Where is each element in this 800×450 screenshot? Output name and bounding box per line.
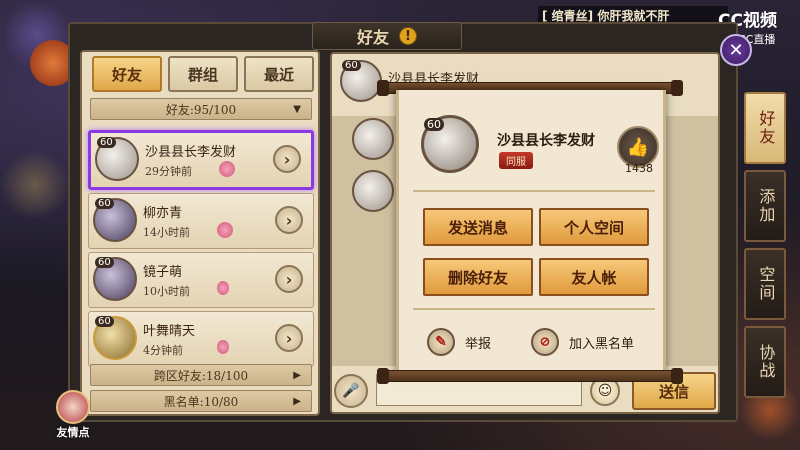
close-button[interactable]: ✕ [720, 34, 752, 66]
friend-last-online: 14小时前 [143, 226, 190, 239]
level-badge: 60 [97, 137, 116, 148]
friend-name: 叶舞晴天 [143, 324, 196, 339]
friend-point-label: 友情点 [56, 426, 90, 439]
scroll-bottom-rod [377, 368, 683, 384]
friend-point-button[interactable]: 友情点 [52, 390, 94, 446]
friend-list-item[interactable]: 60 叶舞晴天 4分钟前 › [88, 311, 314, 367]
divider [413, 190, 655, 192]
friend-action-popup: 60 沙县县长李发财 同服 👍 1438 发送消息 个人空间 删除好友 友人帐 … [396, 90, 666, 373]
sakura-icon [219, 161, 235, 177]
blacklist-count: 黑名单:10/80 [163, 394, 239, 409]
avatar: 60 [93, 316, 137, 360]
avatar: 60 [93, 198, 137, 242]
friend-detail-button[interactable]: › [275, 265, 303, 293]
friend-name: 镜子萌 [143, 265, 183, 280]
avatar: 60 [95, 137, 139, 181]
sakura-icon [217, 222, 233, 238]
friend-list-item[interactable]: 60 柳亦青 14小时前 › [88, 193, 314, 249]
tab-groups[interactable]: 群组 [168, 56, 238, 92]
tab-recent[interactable]: 最近 [244, 56, 314, 92]
avatar [352, 170, 394, 212]
triangle-right-icon: ▶ [293, 395, 301, 407]
friend-detail-button[interactable]: › [275, 206, 303, 234]
friend-list: 60 沙县县长李发财 29分钟前 › 60 柳亦青 14小时前 › 60 镜子萌… [88, 130, 314, 370]
avatar: 60 [93, 257, 137, 301]
background-ornament [0, 150, 70, 220]
personal-space-button[interactable]: 个人空间 [539, 208, 649, 246]
chevron-right-icon: › [285, 328, 293, 348]
delete-friend-button[interactable]: 删除好友 [423, 258, 533, 296]
avatar [352, 118, 394, 160]
report-icon: ✎ [427, 328, 455, 356]
microphone-icon: 🎤 [342, 383, 360, 399]
blacklist-label: 加入黑名单 [569, 336, 635, 352]
cross-server-friends-row[interactable]: 跨区好友:18/100 ▶ [90, 364, 312, 386]
friends-list-panel: 好友 群组 最近 好友:95/100 ▼ 60 沙县县长李发财 29分钟前 › … [80, 50, 320, 416]
friend-name: 沙县县长李发财 [145, 145, 237, 160]
friend-detail-button[interactable]: › [275, 324, 303, 352]
send-message-button[interactable]: 发送消息 [423, 208, 533, 246]
avatar: 60 [421, 115, 479, 173]
close-icon: ✕ [728, 39, 744, 61]
triangle-right-icon: ▶ [293, 369, 301, 381]
friend-list-item[interactable]: 60 镜子萌 10小时前 › [88, 252, 314, 308]
side-tab-space[interactable]: 空间 [744, 248, 786, 320]
smiley-icon: ☺ [597, 383, 613, 399]
friend-last-online: 4分钟前 [143, 344, 183, 357]
friend-list-item[interactable]: 60 沙县县长李发财 29分钟前 › [88, 130, 314, 190]
avatar: 60 [340, 60, 382, 102]
friend-count-dropdown[interactable]: 好友:95/100 ▼ [90, 98, 312, 120]
prohibited-icon: ⊘ [531, 328, 559, 356]
tab-friends[interactable]: 好友 [92, 56, 162, 92]
level-badge: 60 [95, 316, 114, 327]
friend-ledger-button[interactable]: 友人帐 [539, 258, 649, 296]
window-title-bar: 好友 ! [312, 22, 462, 50]
friend-name: 柳亦青 [143, 206, 183, 221]
add-to-blacklist-button[interactable]: ⊘ 加入黑名单 [531, 328, 634, 356]
friend-detail-button[interactable]: › [273, 145, 301, 173]
cross-server-count: 跨区好友:18/100 [153, 368, 249, 383]
level-badge: 60 [95, 257, 114, 268]
divider [413, 308, 655, 310]
window-title: 好友 [356, 28, 389, 47]
side-tab-assist[interactable]: 协战 [744, 326, 786, 398]
chevron-right-icon: › [285, 269, 293, 289]
chevron-right-icon: › [285, 210, 293, 230]
level-badge: 60 [424, 118, 444, 131]
level-badge: 60 [95, 198, 114, 209]
friend-last-online: 10小时前 [143, 285, 190, 298]
exclamation-icon[interactable]: ! [399, 27, 417, 45]
side-tab-add[interactable]: 添加 [744, 170, 786, 242]
chevron-down-icon: ▼ [293, 103, 301, 115]
side-tab-friends[interactable]: 好友 [744, 92, 786, 164]
blacklist-row[interactable]: 黑名单:10/80 ▶ [90, 390, 312, 412]
friend-last-online: 29分钟前 [145, 165, 192, 178]
thumbs-up-icon: 👍 [626, 136, 650, 158]
voice-input-button[interactable]: 🎤 [334, 374, 368, 408]
chevron-right-icon: › [283, 149, 291, 169]
friend-count-text: 好友:95/100 [165, 102, 237, 117]
report-button[interactable]: ✎ 举报 [427, 328, 491, 356]
report-label: 举报 [465, 336, 492, 352]
sakura-icon [217, 340, 229, 354]
level-badge: 60 [342, 60, 361, 71]
sakura-icon [217, 281, 229, 295]
friend-tabs: 好友 群组 最近 [92, 56, 314, 92]
friend-point-icon [56, 390, 90, 424]
popup-friend-name: 沙县县长李发财 [497, 133, 595, 149]
like-count: 1438 [625, 162, 653, 175]
server-tag-badge: 同服 [499, 152, 533, 169]
